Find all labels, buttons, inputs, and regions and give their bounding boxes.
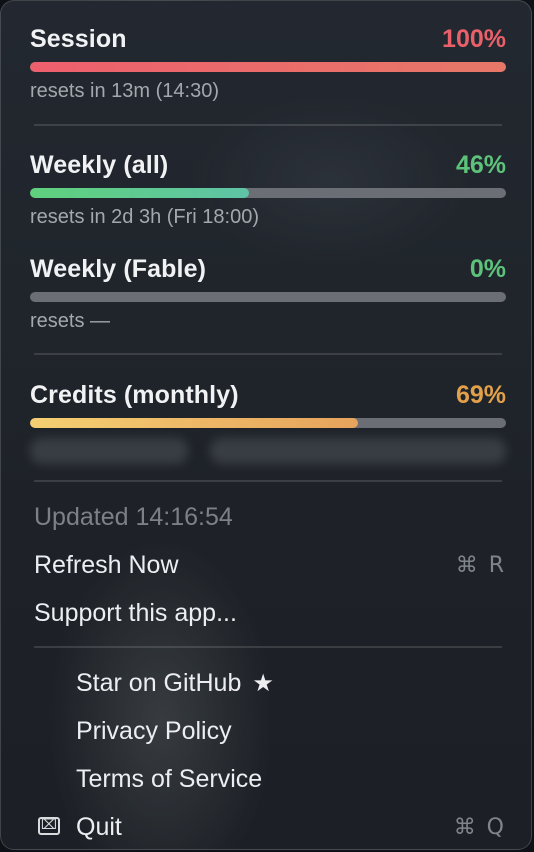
weekly-all-progress-fill — [30, 188, 249, 198]
credits-progress-bar — [30, 418, 506, 428]
credits-progress-fill — [30, 418, 359, 428]
usage-menu: Session 100% resets in 13m (14:30) Weekl… — [0, 0, 532, 850]
divider — [34, 353, 502, 355]
credits-title: Credits (monthly) — [30, 381, 239, 409]
weekly-all-percent: 46% — [455, 151, 506, 179]
quit-item[interactable]: ⌧ Quit ⌘ Q — [34, 807, 506, 847]
refresh-now-label: Refresh Now — [34, 550, 179, 579]
session-percent: 100% — [442, 25, 506, 53]
refresh-shortcut: ⌘ R — [455, 552, 506, 578]
refresh-now-item[interactable]: Refresh Now ⌘ R — [34, 545, 506, 585]
weekly-fable-progress-bar — [30, 292, 506, 302]
weekly-fable-title: Weekly (Fable) — [30, 255, 206, 283]
session-title: Session — [30, 25, 127, 53]
credits-percent: 69% — [455, 381, 506, 409]
support-app-item[interactable]: Support this app... — [34, 593, 506, 633]
star-on-github-label-group: Star on GitHub ★ — [34, 669, 274, 698]
redacted-credits-detail — [30, 433, 506, 469]
star-on-github-label: Star on GitHub — [76, 668, 242, 697]
session-reset-text: resets in 13m (14:30) — [30, 80, 219, 102]
weekly-fable-usage: Weekly (Fable) 0% resets — — [30, 255, 506, 333]
weekly-all-title: Weekly (all) — [30, 151, 169, 179]
weekly-all-usage: Weekly (all) 46% resets in 2d 3h (Fri 18… — [30, 151, 506, 229]
session-progress-fill — [30, 62, 506, 72]
star-on-github-item[interactable]: Star on GitHub ★ — [34, 663, 506, 703]
quit-icon: ⌧ — [38, 817, 60, 835]
weekly-all-reset-text: resets in 2d 3h (Fri 18:00) — [30, 206, 259, 228]
session-usage: Session 100% resets in 13m (14:30) — [30, 25, 506, 103]
credits-usage: Credits (monthly) 69% — [30, 381, 506, 428]
updated-timestamp: Updated 14:16:54 — [34, 497, 506, 537]
terms-of-service-item[interactable]: Terms of Service — [34, 759, 506, 799]
updated-label: Updated 14:16:54 — [34, 502, 233, 531]
divider — [34, 646, 502, 648]
quit-shortcut: ⌘ Q — [453, 814, 506, 840]
privacy-policy-label: Privacy Policy — [76, 716, 232, 745]
terms-of-service-label: Terms of Service — [76, 764, 263, 793]
support-app-label: Support this app... — [34, 598, 237, 627]
session-progress-bar — [30, 62, 506, 72]
redacted-text — [30, 438, 188, 464]
weekly-fable-percent: 0% — [469, 255, 506, 283]
divider — [34, 480, 502, 482]
privacy-policy-item[interactable]: Privacy Policy — [34, 711, 506, 751]
weekly-fable-reset-text: resets — — [30, 310, 111, 332]
divider — [34, 124, 502, 126]
star-icon: ★ — [252, 668, 274, 697]
redacted-text — [210, 438, 506, 464]
weekly-all-progress-bar — [30, 188, 506, 198]
